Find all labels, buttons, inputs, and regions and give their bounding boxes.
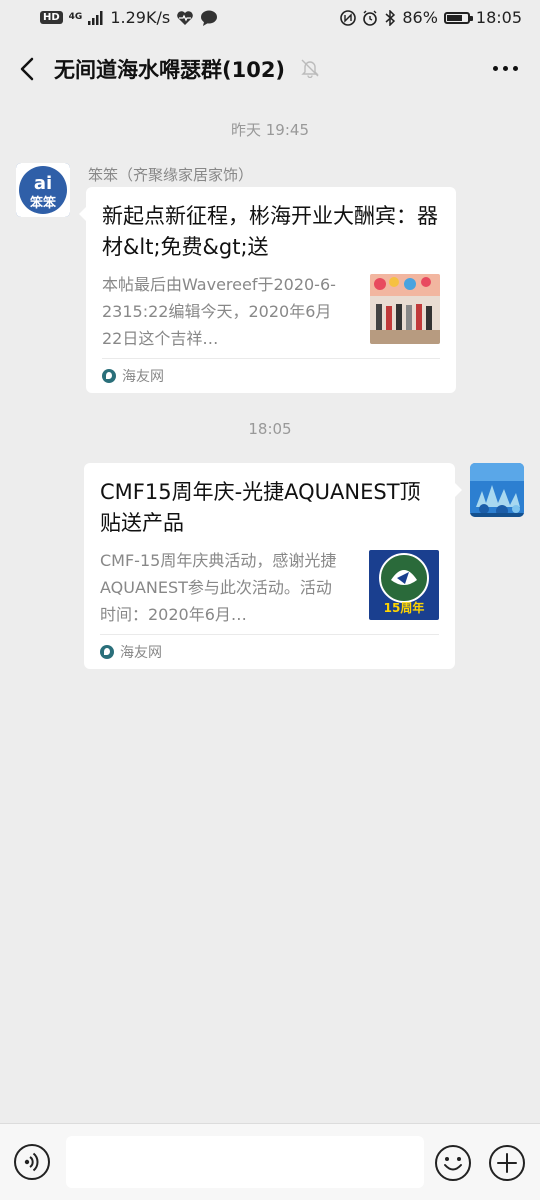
plus-icon[interactable] xyxy=(488,1144,526,1182)
anniversary-logo-icon: 15周年 xyxy=(369,550,439,620)
card-source: 海友网 xyxy=(102,358,440,393)
chat-input-bar xyxy=(0,1123,540,1200)
chat-bubble-icon xyxy=(201,10,218,26)
avatar-logo-icon: ai 笨笨 xyxy=(16,163,70,217)
hd-badge: HD xyxy=(40,11,63,24)
event-photo-icon xyxy=(370,274,440,344)
battery-percent: 86% xyxy=(402,8,438,27)
sender-name: 笨笨（齐聚缘家居家饰） xyxy=(88,166,254,184)
chat-title: 无间道海水嘚瑟群(102) xyxy=(54,58,286,82)
my-avatar[interactable] xyxy=(470,463,524,517)
dot-icon xyxy=(503,66,508,71)
card-description: 本帖最后由Wavereef于2020-6-2315:22编辑今天，2020年6月… xyxy=(102,275,336,348)
link-card[interactable]: 新起点新征程，彬海开业大酬宾：器材&lt;免费&gt;送 本帖最后由Wavere… xyxy=(79,187,456,393)
nav-bar: 无间道海水嘚瑟群(102) xyxy=(0,40,540,98)
source-name: 海友网 xyxy=(122,369,164,385)
dot-icon xyxy=(493,66,498,71)
svg-text:15周年: 15周年 xyxy=(384,600,425,615)
network-type: 4G xyxy=(68,12,83,22)
link-card[interactable]: CMF15周年庆-光捷AQUANEST顶贴送产品 CMF-15周年庆典活动，感谢… xyxy=(84,463,462,669)
emoji-icon[interactable] xyxy=(434,1144,472,1182)
signal-icon xyxy=(88,10,103,25)
source-logo-icon xyxy=(100,645,114,659)
svg-text:笨笨: 笨笨 xyxy=(30,195,57,211)
back-arrow-icon[interactable] xyxy=(14,54,44,84)
clock: 18:05 xyxy=(475,8,522,27)
alarm-icon xyxy=(363,10,378,26)
heart-pulse-icon xyxy=(177,10,193,25)
card-description: CMF-15周年庆典活动，感谢光捷AQUANEST参与此次活动。活动时间：202… xyxy=(100,551,337,624)
card-title: CMF15周年庆-光捷AQUANEST顶贴送产品 xyxy=(100,480,421,535)
timestamp-separator: 昨天 19:45 xyxy=(231,121,309,139)
voice-input-button[interactable] xyxy=(14,1144,50,1180)
mute-bell-icon xyxy=(301,59,319,78)
battery-icon xyxy=(443,11,473,24)
svg-text:ai: ai xyxy=(34,173,52,194)
card-thumbnail: 15周年 xyxy=(369,550,439,620)
card-source: 海友网 xyxy=(100,634,439,669)
timestamp-separator: 18:05 xyxy=(248,420,292,438)
message-input[interactable] xyxy=(66,1136,424,1188)
card-thumbnail xyxy=(370,274,440,344)
nfc-icon xyxy=(340,9,357,26)
bluetooth-icon xyxy=(385,9,396,26)
sender-avatar[interactable]: ai 笨笨 xyxy=(16,163,70,217)
source-logo-icon xyxy=(102,369,116,383)
more-options-button[interactable] xyxy=(493,66,518,71)
card-title: 新起点新征程，彬海开业大酬宾：器材&lt;免费&gt;送 xyxy=(102,204,438,259)
voice-icon xyxy=(24,1152,39,1172)
source-name: 海友网 xyxy=(120,645,162,661)
coral-photo-icon xyxy=(470,463,524,517)
status-bar: HD 4G 1.29K/s 86% 18:05 xyxy=(0,0,540,36)
dot-icon xyxy=(513,66,518,71)
network-speed: 1.29K/s xyxy=(110,8,171,27)
